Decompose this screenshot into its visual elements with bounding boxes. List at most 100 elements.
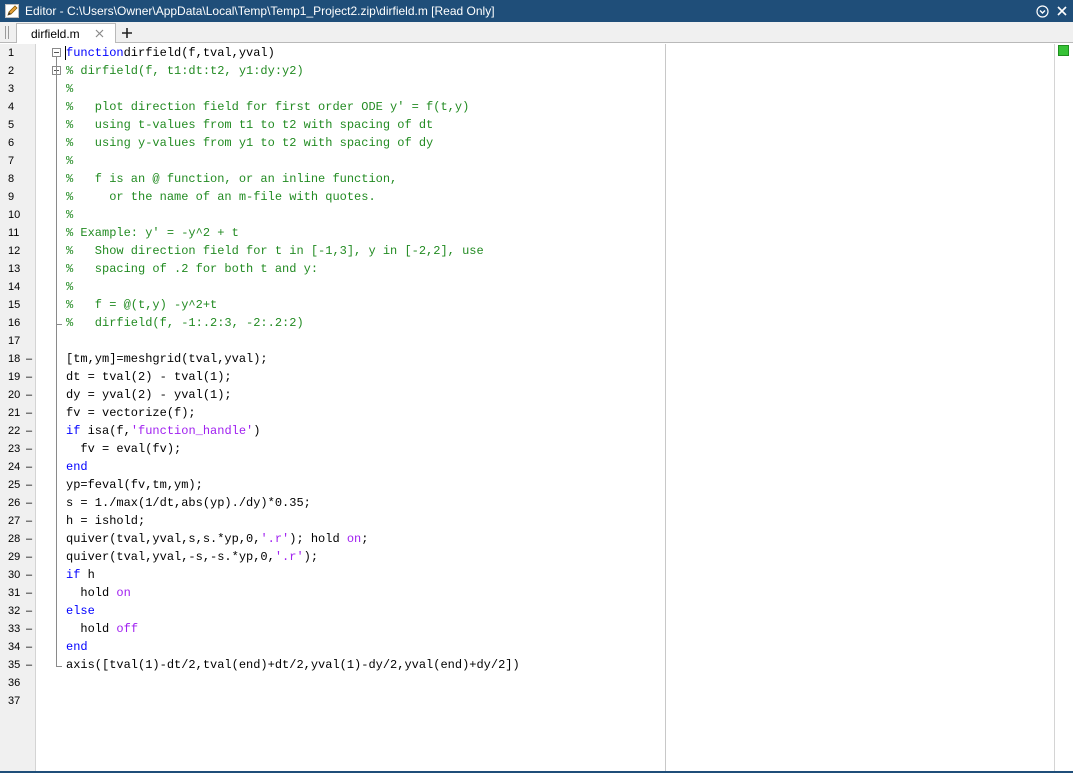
add-tab-button[interactable] (118, 24, 136, 42)
code-line[interactable]: 14% (0, 278, 1054, 296)
code-token: quiver(tval,yval,-s,-s.*yp,0, (66, 550, 275, 564)
code-line[interactable]: 25– yp=feval(fv,tm,ym); (0, 476, 1054, 494)
breakpoint-dash[interactable]: – (26, 440, 32, 458)
line-number[interactable]: 4 (8, 98, 30, 116)
code-line[interactable]: 2 % dirfield(f, t1:dt:t2, y1:dy:y2) (0, 62, 1054, 80)
code-line[interactable]: 30– if h (0, 566, 1054, 584)
code-line[interactable]: 17 (0, 332, 1054, 350)
line-number[interactable]: 11 (8, 224, 30, 242)
breakpoint-dash[interactable]: – (26, 602, 32, 620)
code-line[interactable]: 27– h = ishold; (0, 512, 1054, 530)
line-number[interactable]: 9 (8, 188, 30, 206)
code-line[interactable]: 37 (0, 692, 1054, 710)
line-number[interactable]: 37 (8, 692, 30, 710)
keyword-token: end (66, 460, 88, 474)
line-number[interactable]: 2 (8, 62, 30, 80)
code-line[interactable]: 28– quiver(tval,yval,s,s.*yp,0,'.r'); hol… (0, 530, 1054, 548)
line-number[interactable]: 10 (8, 206, 30, 224)
comment-token: % f is an @ function, or an inline funct… (66, 172, 398, 186)
close-window-button[interactable] (1053, 2, 1071, 20)
code-line[interactable]: 3% (0, 80, 1054, 98)
code-text: % Show direction field for t in [-1,3], … (66, 242, 484, 260)
code-token: ) (253, 424, 261, 438)
code-analyzer-status-icon[interactable] (1058, 45, 1069, 56)
breakpoint-dash[interactable]: – (26, 620, 32, 638)
breakpoint-dash[interactable]: – (26, 476, 32, 494)
vertical-scrollbar[interactable] (1054, 44, 1073, 772)
line-number[interactable]: 1 (8, 44, 30, 62)
code-token: h (80, 568, 95, 582)
line-number[interactable]: 14 (8, 278, 30, 296)
line-number[interactable]: 7 (8, 152, 30, 170)
line-number[interactable]: 12 (8, 242, 30, 260)
line-number[interactable]: 13 (8, 260, 30, 278)
line-number[interactable]: 8 (8, 170, 30, 188)
code-line[interactable]: 35– axis([tval(1)-dt/2,tval(end)+dt/2,yva… (0, 656, 1054, 674)
code-line[interactable]: 33– hold off (0, 620, 1054, 638)
comment-token: % Show direction field for t in [-1,3], … (66, 244, 484, 258)
breakpoint-dash[interactable]: – (26, 638, 32, 656)
grip-icon[interactable] (2, 25, 14, 40)
breakpoint-dash[interactable]: – (26, 548, 32, 566)
code-line[interactable]: 12 % Show direction field for t in [-1,3]… (0, 242, 1054, 260)
code-line[interactable]: 20– dy = yval(2) - yval(1); (0, 386, 1054, 404)
line-number[interactable]: 17 (8, 332, 30, 350)
code-line[interactable]: 9 % or the name of an m-file with quotes. (0, 188, 1054, 206)
line-number[interactable]: 16 (8, 314, 30, 332)
code-line[interactable]: 8 % f is an @ function, or an inline func… (0, 170, 1054, 188)
code-line[interactable]: 36 (0, 674, 1054, 692)
line-number[interactable]: 36 (8, 674, 30, 692)
code-text: % using t-values from t1 to t2 with spac… (66, 116, 433, 134)
breakpoint-dash[interactable]: – (26, 422, 32, 440)
line-number[interactable]: 3 (8, 80, 30, 98)
breakpoint-dash[interactable]: – (26, 566, 32, 584)
code-line[interactable]: 16 % dirfield(f, -1:.2:3, -2:.2:2) (0, 314, 1054, 332)
breakpoint-dash[interactable]: – (26, 584, 32, 602)
breakpoint-dash[interactable]: – (26, 656, 32, 674)
fold-toggle-icon[interactable] (52, 48, 61, 57)
code-line[interactable]: 31– hold on (0, 584, 1054, 602)
code-line[interactable]: 21– fv = vectorize(f); (0, 404, 1054, 422)
code-line[interactable]: 1 functiondirfield(f,tval,yval) (0, 44, 1054, 62)
code-line[interactable]: 26– s = 1./max(1/dt,abs(yp)./dy)*0.35; (0, 494, 1054, 512)
code-line[interactable]: 10% (0, 206, 1054, 224)
line-number[interactable]: 6 (8, 134, 30, 152)
code-line[interactable]: 23– fv = eval(fv); (0, 440, 1054, 458)
code-line[interactable]: 19– dt = tval(2) - tval(1); (0, 368, 1054, 386)
comment-token: % using y-values from y1 to t2 with spac… (66, 136, 434, 150)
circle-chevron-down-icon[interactable] (1033, 2, 1051, 20)
breakpoint-dash[interactable]: – (26, 512, 32, 530)
title-bar: Editor - C:\Users\Owner\AppData\Local\Te… (0, 0, 1073, 22)
code-text: % dirfield(f, -1:.2:3, -2:.2:2) (66, 314, 304, 332)
code-text: end (66, 638, 88, 656)
text-caret (65, 46, 66, 60)
breakpoint-dash[interactable]: – (26, 368, 32, 386)
breakpoint-dash[interactable]: – (26, 350, 32, 368)
code-text: % (66, 206, 73, 224)
line-number[interactable]: 5 (8, 116, 30, 134)
code-line[interactable]: 6 % using y-values from y1 to t2 with spa… (0, 134, 1054, 152)
breakpoint-dash[interactable]: – (26, 458, 32, 476)
code-line[interactable]: 4 % plot direction field for first order … (0, 98, 1054, 116)
breakpoint-dash[interactable]: – (26, 530, 32, 548)
code-line[interactable]: 11 % Example: y' = -y^2 + t (0, 224, 1054, 242)
code-line[interactable]: 15 % f = @(t,y) -y^2+t (0, 296, 1054, 314)
keyword-token: if (66, 568, 81, 582)
code-line[interactable]: 32– else (0, 602, 1054, 620)
string-token: 'function_handle' (130, 424, 254, 438)
code-line[interactable]: 13 % spacing of .2 for both t and y: (0, 260, 1054, 278)
code-line[interactable]: 18– [tm,ym]=meshgrid(tval,yval); (0, 350, 1054, 368)
line-number[interactable]: 15 (8, 296, 30, 314)
code-line[interactable]: 5 % using t-values from t1 to t2 with spa… (0, 116, 1054, 134)
breakpoint-dash[interactable]: – (26, 404, 32, 422)
code-line[interactable]: 24– end (0, 458, 1054, 476)
code-line[interactable]: 29– quiver(tval,yval,-s,-s.*yp,0,'.r'); (0, 548, 1054, 566)
code-line[interactable]: 7% (0, 152, 1054, 170)
breakpoint-dash[interactable]: – (26, 386, 32, 404)
close-tab-icon[interactable] (95, 26, 104, 41)
code-line[interactable]: 22– if isa(f,'function_handle') (0, 422, 1054, 440)
breakpoint-dash[interactable]: – (26, 494, 32, 512)
code-line[interactable]: 34– end (0, 638, 1054, 656)
tab-dirfield[interactable]: dirfield.m (16, 23, 116, 43)
code-token: [tm,ym]=meshgrid(tval,yval); (66, 352, 268, 366)
